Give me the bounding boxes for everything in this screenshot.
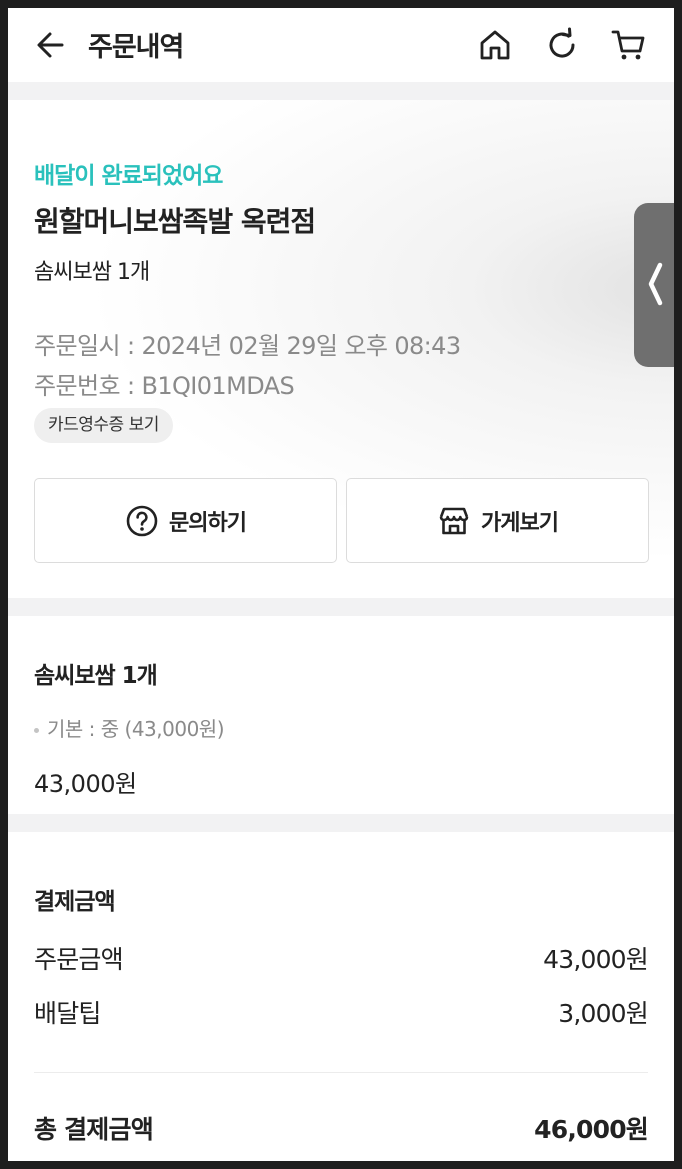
refresh-icon <box>549 27 575 58</box>
payment-row-value: 43,000원 <box>543 945 649 974</box>
question-circle-icon <box>126 505 158 536</box>
menu-option: 기본 : 중 (43,000원) <box>34 713 225 742</box>
inquiry-button[interactable]: 문의하기 <box>34 478 337 563</box>
delivery-status: 배달이 완료되었어요 <box>34 163 223 189</box>
inquiry-label: 문의하기 <box>169 510 247 536</box>
payment-row-delivery-tip: 배달팁 3,000원 <box>34 994 649 1030</box>
refresh-button[interactable] <box>544 27 580 63</box>
back-arrow-icon <box>37 32 64 58</box>
store-name: 원할머니보쌈족발 옥련점 <box>34 205 316 238</box>
cart-icon <box>611 30 645 60</box>
payment-row-label: 배달팁 <box>34 999 101 1028</box>
cart-button[interactable] <box>611 27 647 63</box>
payment-total-value: 46,000원 <box>534 1115 649 1144</box>
top-bar: 주문내역 <box>8 8 674 82</box>
payment-separator <box>34 1072 648 1073</box>
order-datetime: 주문일시 : 2024년 02월 29일 오후 08:43 <box>34 332 461 360</box>
home-icon <box>480 30 510 60</box>
bullet-dot-icon <box>34 728 39 733</box>
order-number: 주문번호 : B1QI01MDAS <box>34 372 295 400</box>
section-divider <box>8 598 674 616</box>
back-button[interactable] <box>34 28 68 62</box>
menu-option-text: 기본 : 중 (43,000원) <box>47 717 225 741</box>
side-panel-handle[interactable] <box>634 203 674 367</box>
menu-item-name: 솜씨보쌈 1개 <box>34 663 158 689</box>
card-receipt-button[interactable]: 카드영수증 보기 <box>34 408 173 443</box>
menu-detail-section: 솜씨보쌈 1개 기본 : 중 (43,000원) 43,000원 <box>8 616 674 814</box>
payment-total-label: 총 결제금액 <box>34 1115 154 1144</box>
app-frame: 주문내역 배달이 완료되었어요 원할머니보쌈족발 옥련점 솜씨보쌈 1개 주문일… <box>8 8 674 1161</box>
home-button[interactable] <box>477 27 513 63</box>
store-icon <box>439 507 469 534</box>
chevron-left-icon <box>648 262 663 306</box>
payment-section: 결제금액 주문금액 43,000원 배달팁 3,000원 총 결제금액 46,0… <box>8 832 674 1161</box>
payment-total-row: 총 결제금액 46,000원 <box>34 1110 649 1146</box>
section-divider <box>8 814 674 832</box>
payment-row-value: 3,000원 <box>558 999 649 1028</box>
menu-item-price: 43,000원 <box>34 770 137 798</box>
payment-row-label: 주문금액 <box>34 945 124 974</box>
payment-row-order-amount: 주문금액 43,000원 <box>34 940 649 976</box>
store-view-label: 가게보기 <box>481 510 559 536</box>
menu-summary: 솜씨보쌈 1개 <box>34 260 150 285</box>
payment-title: 결제금액 <box>34 889 116 915</box>
section-divider <box>8 82 674 100</box>
page-title: 주문내역 <box>88 32 184 63</box>
order-info-section: 배달이 완료되었어요 원할머니보쌈족발 옥련점 솜씨보쌈 1개 주문일시 : 2… <box>8 100 674 598</box>
store-view-button[interactable]: 가게보기 <box>346 478 649 563</box>
